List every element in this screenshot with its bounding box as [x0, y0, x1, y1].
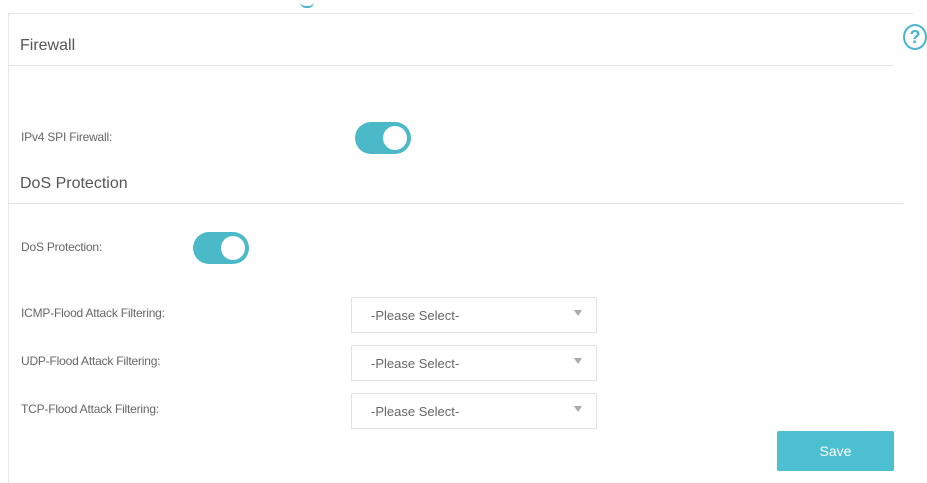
udp-flood-select-value: -Please Select-: [371, 356, 460, 371]
chevron-down-icon: [574, 358, 582, 364]
dos-protection-label: DoS Protection:: [21, 240, 103, 254]
save-button[interactable]: Save: [777, 431, 894, 471]
tcp-flood-label: TCP-Flood Attack Filtering:: [21, 402, 159, 416]
firewall-section-title: Firewall: [20, 37, 76, 54]
top-link-fragment: [300, 0, 314, 8]
icmp-flood-select[interactable]: -Please Select-: [351, 297, 597, 333]
dos-section-title: DoS Protection: [20, 175, 128, 192]
udp-flood-select[interactable]: -Please Select-: [351, 345, 597, 381]
toggle-knob: [221, 236, 245, 260]
dos-protection-toggle[interactable]: [193, 232, 249, 264]
chevron-down-icon: [574, 406, 582, 412]
toggle-knob: [383, 126, 407, 150]
chevron-down-icon: [574, 310, 582, 316]
icmp-flood-label: ICMP-Flood Attack Filtering:: [21, 306, 165, 320]
udp-flood-label: UDP-Flood Attack Filtering:: [21, 354, 161, 368]
ipv4-spi-firewall-label: IPv4 SPI Firewall:: [21, 130, 113, 144]
icmp-flood-select-value: -Please Select-: [371, 308, 460, 323]
firewall-divider: [8, 65, 893, 66]
tcp-flood-select-value: -Please Select-: [371, 404, 460, 419]
tcp-flood-select[interactable]: -Please Select-: [351, 393, 597, 429]
dos-divider: [8, 203, 903, 204]
ipv4-spi-firewall-toggle[interactable]: [355, 122, 411, 154]
help-icon[interactable]: ?: [903, 24, 927, 50]
